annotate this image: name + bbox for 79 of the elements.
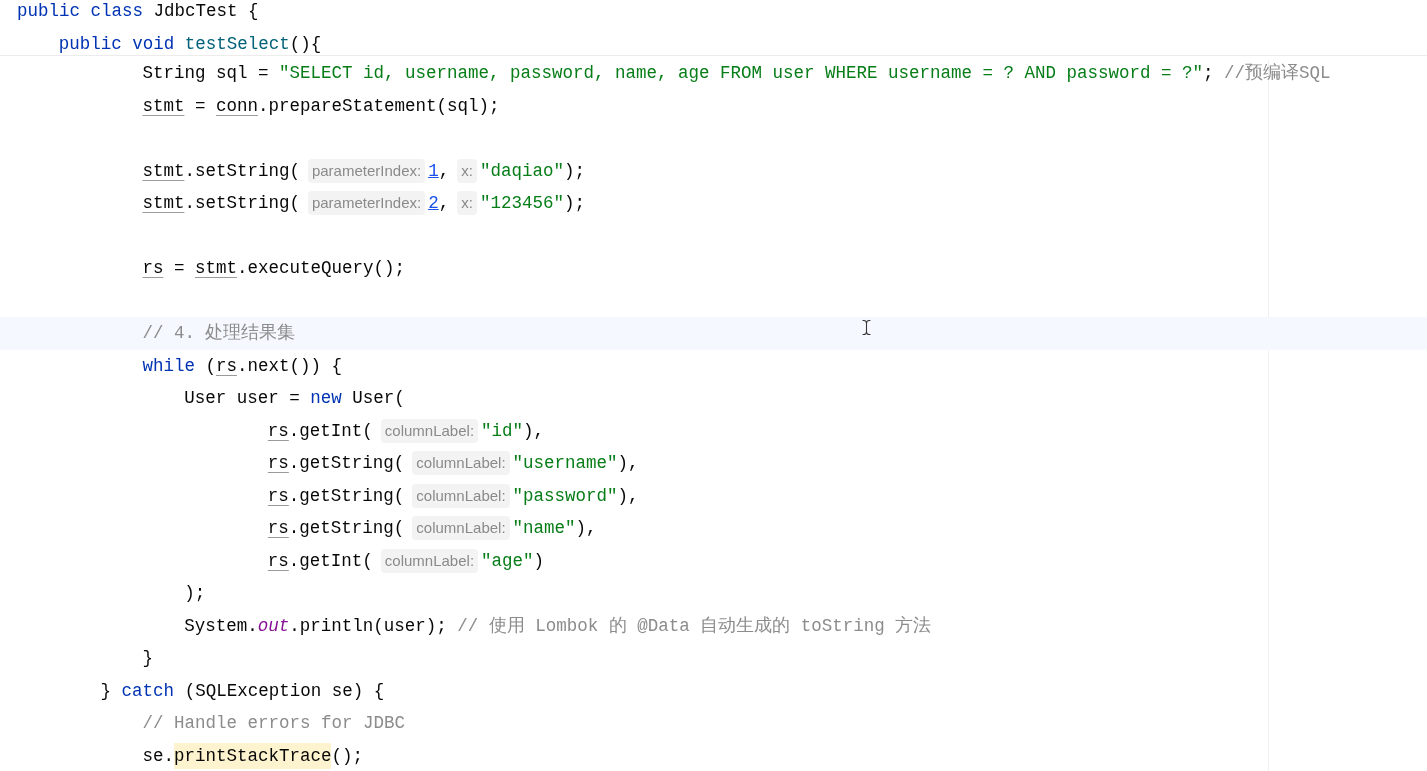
code-comment: // 使用 Lombok 的 @Data 自动生成的 toString 方法: [457, 614, 932, 638]
code-text: );: [563, 192, 585, 216]
string-literal: "password": [512, 484, 618, 508]
string-literal: "username": [512, 452, 618, 476]
code-text: ();: [331, 744, 363, 768]
code-text: String sql =: [142, 62, 270, 86]
code-text: .next()) {: [236, 354, 342, 378]
code-text: .getInt(: [288, 419, 373, 443]
variable-name: rs: [267, 452, 289, 476]
code-text: =: [193, 94, 207, 118]
string-literal: "name": [512, 517, 576, 541]
code-text: ),: [523, 419, 545, 443]
variable-name: stmt: [194, 257, 237, 281]
variable-name: rs: [267, 549, 289, 573]
number-literal: 1: [428, 159, 439, 183]
code-text: ,: [438, 159, 450, 183]
keyword: while: [142, 354, 195, 378]
variable-name: stmt: [142, 192, 185, 216]
parameter-hint: parameterIndex:: [307, 191, 426, 216]
code-text: .prepareStatement(sql);: [257, 94, 500, 118]
variable-name: rs: [267, 517, 289, 541]
code-text: ),: [617, 484, 639, 508]
string-literal: "SELECT id, username, password, name, age FROM user WHERE username = ? AND password = ?": [278, 62, 1204, 86]
code-text: User user =: [184, 387, 301, 411]
variable-name: stmt: [142, 94, 185, 118]
keyword: catch: [121, 679, 175, 703]
parameter-hint: parameterIndex:: [307, 158, 426, 183]
code-comment: // Handle errors for JDBC: [142, 712, 405, 736]
variable-name: stmt: [142, 159, 185, 183]
code-text: .getString(: [288, 484, 405, 508]
code-comment: // 4. 处理结果集: [142, 322, 296, 346]
code-text: ,: [438, 192, 450, 216]
number-literal: 2: [428, 192, 439, 216]
code-text: .getString(: [288, 452, 405, 476]
code-text: (SQLException se) {: [183, 679, 385, 703]
method-name: testSelect: [184, 32, 290, 56]
variable-name: rs: [142, 257, 164, 281]
string-literal: "id": [481, 419, 524, 443]
string-literal: "daqiao": [479, 159, 564, 183]
parameter-hint: columnLabel:: [412, 483, 510, 508]
code-text: ): [533, 549, 545, 573]
string-literal: "123456": [479, 192, 564, 216]
code-text: );: [184, 582, 206, 606]
parameter-hint: x:: [457, 158, 477, 183]
code-text: =: [172, 257, 186, 281]
code-text: (){: [289, 32, 322, 56]
code-text: );: [563, 159, 585, 183]
keyword: new: [310, 387, 342, 411]
parameter-hint: columnLabel:: [412, 516, 510, 541]
variable-name: rs: [215, 354, 237, 378]
code-text: ),: [617, 452, 639, 476]
variable-name: conn: [215, 94, 258, 118]
string-literal: "age": [481, 549, 534, 573]
code-text: (: [204, 354, 216, 378]
code-text: System.: [184, 614, 258, 638]
variable-name: rs: [267, 484, 289, 508]
code-text: User(: [351, 387, 405, 411]
method-name: printStackTrace: [173, 742, 332, 769]
parameter-hint: columnLabel:: [412, 451, 510, 476]
code-text: ),: [575, 517, 597, 541]
parameter-hint: columnLabel:: [380, 418, 479, 443]
code-text: se.: [142, 744, 174, 768]
keyword: public class: [17, 0, 144, 24]
code-text: }: [100, 679, 113, 703]
code-text: .setString(: [184, 192, 300, 216]
field-name: out: [257, 614, 290, 638]
code-text: ;: [1203, 62, 1215, 86]
parameter-hint: columnLabel:: [380, 548, 479, 573]
code-text: }: [142, 647, 153, 671]
code-comment: //预编译SQL: [1224, 62, 1331, 86]
parameter-hint: x:: [457, 191, 477, 216]
code-text: JdbcTest {: [152, 0, 259, 24]
code-text: .executeQuery();: [236, 257, 405, 281]
code-text: .getString(: [288, 517, 405, 541]
code-text: .setString(: [184, 159, 300, 183]
variable-name: rs: [267, 419, 289, 443]
code-text: .getInt(: [288, 549, 373, 573]
keyword: public void: [58, 32, 176, 56]
code-text: .println(user);: [289, 614, 448, 638]
